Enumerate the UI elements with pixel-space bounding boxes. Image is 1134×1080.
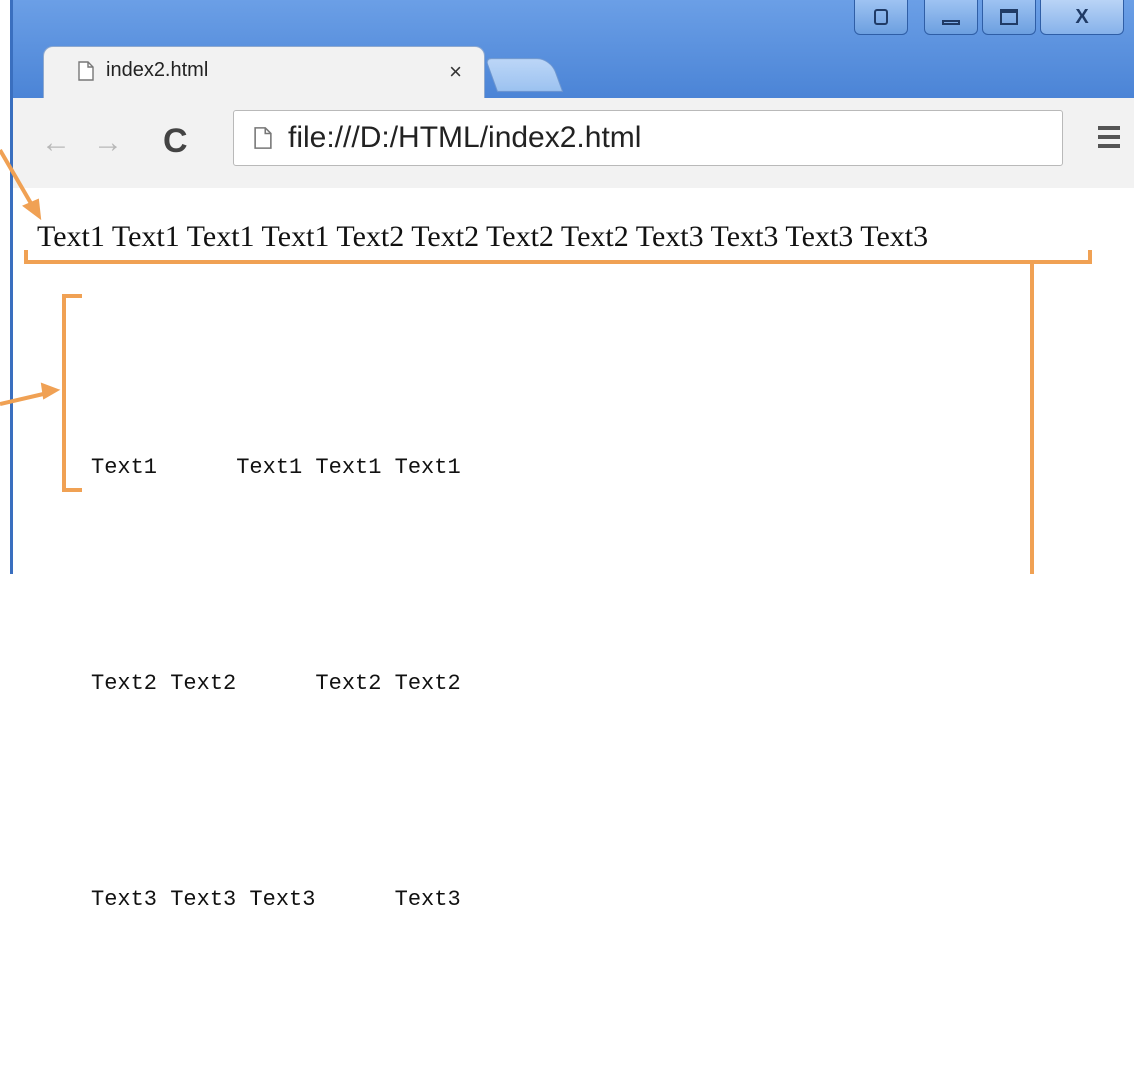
reload-button[interactable]: C: [163, 122, 188, 161]
minimize-button[interactable]: [924, 0, 978, 35]
maximize-button[interactable]: [982, 0, 1036, 35]
page-icon: [254, 127, 272, 149]
window-controls: X: [854, 0, 1124, 38]
inline-text-line: Text1 Text1 Text1 Text1 Text2 Text2 Text…: [37, 220, 929, 253]
menu-icon[interactable]: [1098, 126, 1120, 153]
browser-window: X index2.html × ← → C file:///D:/HTML/in…: [10, 0, 1134, 912]
tab-close-button[interactable]: ×: [449, 59, 462, 85]
user-button[interactable]: [854, 0, 908, 35]
preformatted-block: Text1 Text1 Text1 Text1 Text2 Text2 Text…: [91, 288, 461, 1080]
title-bar: X index2.html ×: [13, 0, 1134, 101]
back-button[interactable]: ←: [41, 126, 71, 160]
pre-line-1: Text1 Text1 Text1 Text1: [91, 455, 461, 480]
pre-line-3: Text3 Text3 Text3 Text3: [91, 887, 461, 912]
address-bar[interactable]: file:///D:/HTML/index2.html: [233, 110, 1063, 166]
close-window-button[interactable]: X: [1040, 0, 1124, 35]
toolbar: ← → C file:///D:/HTML/index2.html: [13, 98, 1134, 189]
page-icon: [78, 61, 94, 81]
close-icon: X: [1075, 5, 1089, 28]
new-tab-button[interactable]: [484, 58, 564, 92]
maximize-icon: [1000, 9, 1018, 25]
tab-index2[interactable]: index2.html ×: [43, 46, 485, 101]
forward-button[interactable]: →: [93, 126, 123, 160]
url-text: file:///D:/HTML/index2.html: [288, 121, 642, 154]
minimize-icon: [942, 19, 960, 25]
tab-title: index2.html: [106, 59, 209, 81]
pre-line-2: Text2 Text2 Text2 Text2: [91, 671, 461, 696]
page-content: Text1 Text1 Text1 Text1 Text2 Text2 Text…: [13, 188, 1134, 912]
user-icon: [874, 9, 888, 25]
